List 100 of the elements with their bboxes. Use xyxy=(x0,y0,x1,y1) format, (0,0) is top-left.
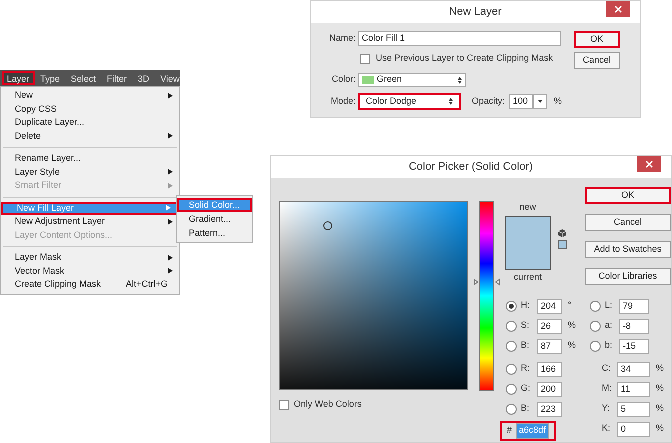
field-label: a: xyxy=(605,319,614,332)
field-label: % xyxy=(554,94,562,108)
field-label: G: xyxy=(521,382,532,396)
menu-item[interactable]: Create Clipping Mask Alt+Ctrl+G xyxy=(1,278,179,292)
hex-field[interactable]: # a6c8df xyxy=(500,421,556,441)
radio-button[interactable] xyxy=(590,320,602,332)
radio-button[interactable] xyxy=(506,320,517,332)
menu-item[interactable]: Select xyxy=(66,71,102,85)
input-field[interactable]: -8 xyxy=(619,318,650,334)
field-label: ° xyxy=(568,299,572,312)
menu-item[interactable]: Rename Layer... xyxy=(1,152,179,166)
input-field[interactable]: 79 xyxy=(619,298,650,314)
color-dropdown[interactable]: Green xyxy=(358,73,466,87)
input-field[interactable]: Color Fill 1 xyxy=(358,31,561,46)
field-label: % xyxy=(656,382,664,396)
menu-item[interactable]: New Adjustment Layer xyxy=(1,215,179,228)
close-button[interactable] xyxy=(606,1,630,17)
field-label: % xyxy=(656,402,664,416)
close-button[interactable] xyxy=(637,156,661,172)
field-label: Y: xyxy=(602,402,612,416)
radio-button[interactable] xyxy=(590,300,602,312)
menu-item[interactable]: Duplicate Layer... xyxy=(1,116,179,130)
field-label: Color: xyxy=(330,73,357,86)
field-label: % xyxy=(568,339,576,352)
radio-button[interactable] xyxy=(506,340,517,352)
field-label: M: xyxy=(602,382,614,396)
submenu-arrow-icon xyxy=(168,218,173,225)
menu-item[interactable]: Type xyxy=(36,71,66,85)
radio-button[interactable] xyxy=(506,384,517,394)
input-field[interactable]: 204 xyxy=(537,298,562,314)
current-label: current xyxy=(514,270,542,284)
input-field[interactable]: 87 xyxy=(537,338,562,354)
field-label: C: xyxy=(602,362,612,376)
spinner-arrows-icon xyxy=(449,98,453,105)
input-field[interactable]: 34 xyxy=(617,362,650,376)
caret-icon xyxy=(538,100,543,103)
dialog-button[interactable]: OK xyxy=(574,31,620,48)
menu-item[interactable]: 3D xyxy=(133,71,155,85)
radio-button[interactable] xyxy=(506,300,517,312)
menu-item[interactable]: Delete xyxy=(1,130,179,143)
cube-icon[interactable] xyxy=(558,229,567,238)
close-icon xyxy=(614,6,622,12)
field-label: Opacity: xyxy=(472,94,506,108)
menu-item[interactable]: Filter xyxy=(102,71,132,85)
radio-button[interactable] xyxy=(590,340,602,352)
input-field[interactable]: 166 xyxy=(537,362,562,376)
dropdown-button[interactable] xyxy=(533,94,548,109)
spinner-arrows-icon xyxy=(458,76,462,84)
field-label: % xyxy=(656,362,664,376)
input-field[interactable]: 11 xyxy=(617,382,650,396)
dialog-button[interactable]: Color Libraries xyxy=(585,268,671,285)
field-label: R: xyxy=(521,362,531,376)
input-field[interactable]: -15 xyxy=(619,338,650,354)
close-icon xyxy=(646,160,652,168)
mode-dropdown[interactable]: Color Dodge xyxy=(358,93,461,110)
web-safe-swatch[interactable] xyxy=(558,240,567,249)
field-label: Only Web Colors xyxy=(294,398,362,411)
field-label: Use Previous Layer to Create Clipping Mask xyxy=(376,52,554,66)
dialog-button[interactable]: Cancel xyxy=(585,214,671,231)
radio-button[interactable] xyxy=(506,404,517,414)
field-label: K: xyxy=(602,422,612,436)
input-field[interactable]: 0 xyxy=(617,422,650,436)
submenu-arrow-icon xyxy=(166,205,171,212)
menu-item[interactable]: View xyxy=(156,71,185,85)
dialog-button[interactable]: Cancel xyxy=(574,52,620,69)
field-label: B: xyxy=(521,339,531,352)
submenu-arrow-icon xyxy=(168,169,173,176)
input-field[interactable]: 100 xyxy=(509,94,534,109)
submenu-arrow-icon xyxy=(168,268,173,274)
field-label: % xyxy=(568,319,576,332)
field-label: Mode: xyxy=(330,94,357,108)
dialog-button[interactable]: OK xyxy=(585,187,671,204)
menu-item[interactable]: New xyxy=(1,89,179,102)
field-label: H: xyxy=(521,299,531,312)
submenu-arrow-icon xyxy=(168,182,173,189)
menu-item[interactable]: Layer Mask xyxy=(1,251,179,264)
field-label: B: xyxy=(521,402,531,416)
submenu-arrow-icon xyxy=(168,92,173,99)
field-label: % xyxy=(656,422,664,436)
menu-item[interactable]: Vector Mask xyxy=(1,264,179,278)
menu-item[interactable]: Gradient... xyxy=(177,212,252,226)
menu-item[interactable]: Layer Style xyxy=(1,166,179,179)
menu-item[interactable]: Pattern... xyxy=(177,226,252,240)
window-title: Color Picker (Solid Color) xyxy=(408,160,534,175)
input-field[interactable]: 5 xyxy=(617,402,650,416)
field-label: L: xyxy=(605,299,614,312)
input-field[interactable]: 223 xyxy=(537,402,562,416)
input-field[interactable]: 200 xyxy=(537,382,562,396)
dialog-button[interactable]: Add to Swatches xyxy=(585,241,671,258)
menu-item[interactable]: Layer xyxy=(2,71,35,85)
radio-button[interactable] xyxy=(506,364,517,374)
field-label: # xyxy=(507,424,512,438)
window-title: New Layer xyxy=(449,4,502,20)
field-label: S: xyxy=(521,319,531,332)
submenu-arrow-icon xyxy=(168,254,173,261)
hue-slider[interactable] xyxy=(474,201,500,391)
checkbox[interactable] xyxy=(360,54,370,64)
checkbox[interactable] xyxy=(279,400,289,410)
menu-item[interactable]: Copy CSS xyxy=(1,102,179,116)
input-field[interactable]: 26 xyxy=(537,318,562,334)
